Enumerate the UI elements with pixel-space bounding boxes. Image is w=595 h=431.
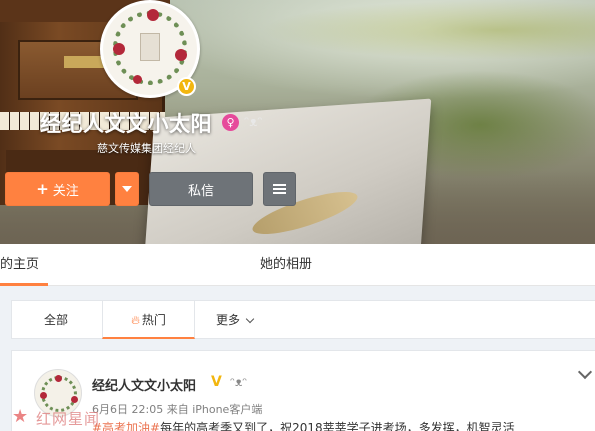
- more-menu-button[interactable]: [263, 172, 296, 206]
- avatar-rose: [147, 9, 159, 21]
- female-gender-icon: ♀: [222, 114, 239, 131]
- avatar-rose: [113, 43, 125, 55]
- verified-badge-icon: V: [177, 77, 196, 96]
- caret-down-icon: [122, 186, 132, 192]
- avatar-tag: [140, 33, 160, 61]
- flame-icon: 🔥︎: [131, 313, 140, 327]
- profile-tabs: 的主页 她的相册: [0, 244, 595, 286]
- profile-name: 经纪人文文小太阳: [40, 112, 212, 136]
- post-body: 每年的高考季又到了，祝2018莘莘学子进考场，多发挥，机智灵活: [160, 421, 515, 431]
- profile-cover: V 经纪人文文小太阳 ♀ ᵔᴥᵔ 慈文传媒集团经纪人 + 关注 私信: [0, 0, 595, 244]
- filter-tab-all[interactable]: 全部: [44, 301, 68, 339]
- post-author-name[interactable]: 经纪人文文小太阳: [92, 375, 196, 394]
- post-options-chevron-icon[interactable]: [577, 364, 593, 380]
- membership-icon: ᵔᴥᵔ: [244, 115, 263, 130]
- avatar-rose: [55, 375, 62, 382]
- watermark-text: 红网星闻: [36, 410, 101, 428]
- tab-home[interactable]: 的主页: [0, 244, 48, 286]
- tab-album[interactable]: 她的相册: [260, 244, 312, 286]
- avatar-rose: [40, 392, 47, 399]
- cover-grass: [260, 0, 595, 60]
- filter-tab-hot[interactable]: 🔥︎ 热门: [102, 301, 195, 339]
- watermark: ★ 红网星闻: [4, 402, 144, 431]
- avatar-rose: [133, 75, 142, 84]
- message-button[interactable]: 私信: [149, 172, 253, 206]
- avatar-rose: [175, 49, 187, 61]
- hamburger-icon: [273, 184, 286, 194]
- follow-options-button[interactable]: [115, 172, 139, 206]
- verified-icon: V: [211, 374, 222, 390]
- filter-tab-more[interactable]: 更多: [216, 301, 255, 339]
- follow-button[interactable]: + 关注: [5, 172, 110, 206]
- membership-icon: ᵔᴥᵔ: [230, 375, 248, 389]
- post-text: #高考加油#每年的高考季又到了，祝2018莘莘学子进考场，多发挥，机智灵活: [92, 419, 595, 431]
- plus-icon: +: [36, 180, 49, 198]
- star-logo-icon: ★: [12, 406, 29, 427]
- chevron-down-icon: [245, 314, 255, 324]
- profile-description: 慈文传媒集团经纪人: [97, 142, 196, 155]
- filter-more-label: 更多: [216, 313, 241, 327]
- follow-label: 关注: [52, 183, 79, 199]
- post-source: 来自 iPhone客户端: [166, 403, 263, 416]
- filter-hot-label: 热门: [141, 313, 166, 327]
- feed-filter-bar: 全部 🔥︎ 热门 更多: [11, 300, 595, 339]
- message-label: 私信: [187, 183, 214, 199]
